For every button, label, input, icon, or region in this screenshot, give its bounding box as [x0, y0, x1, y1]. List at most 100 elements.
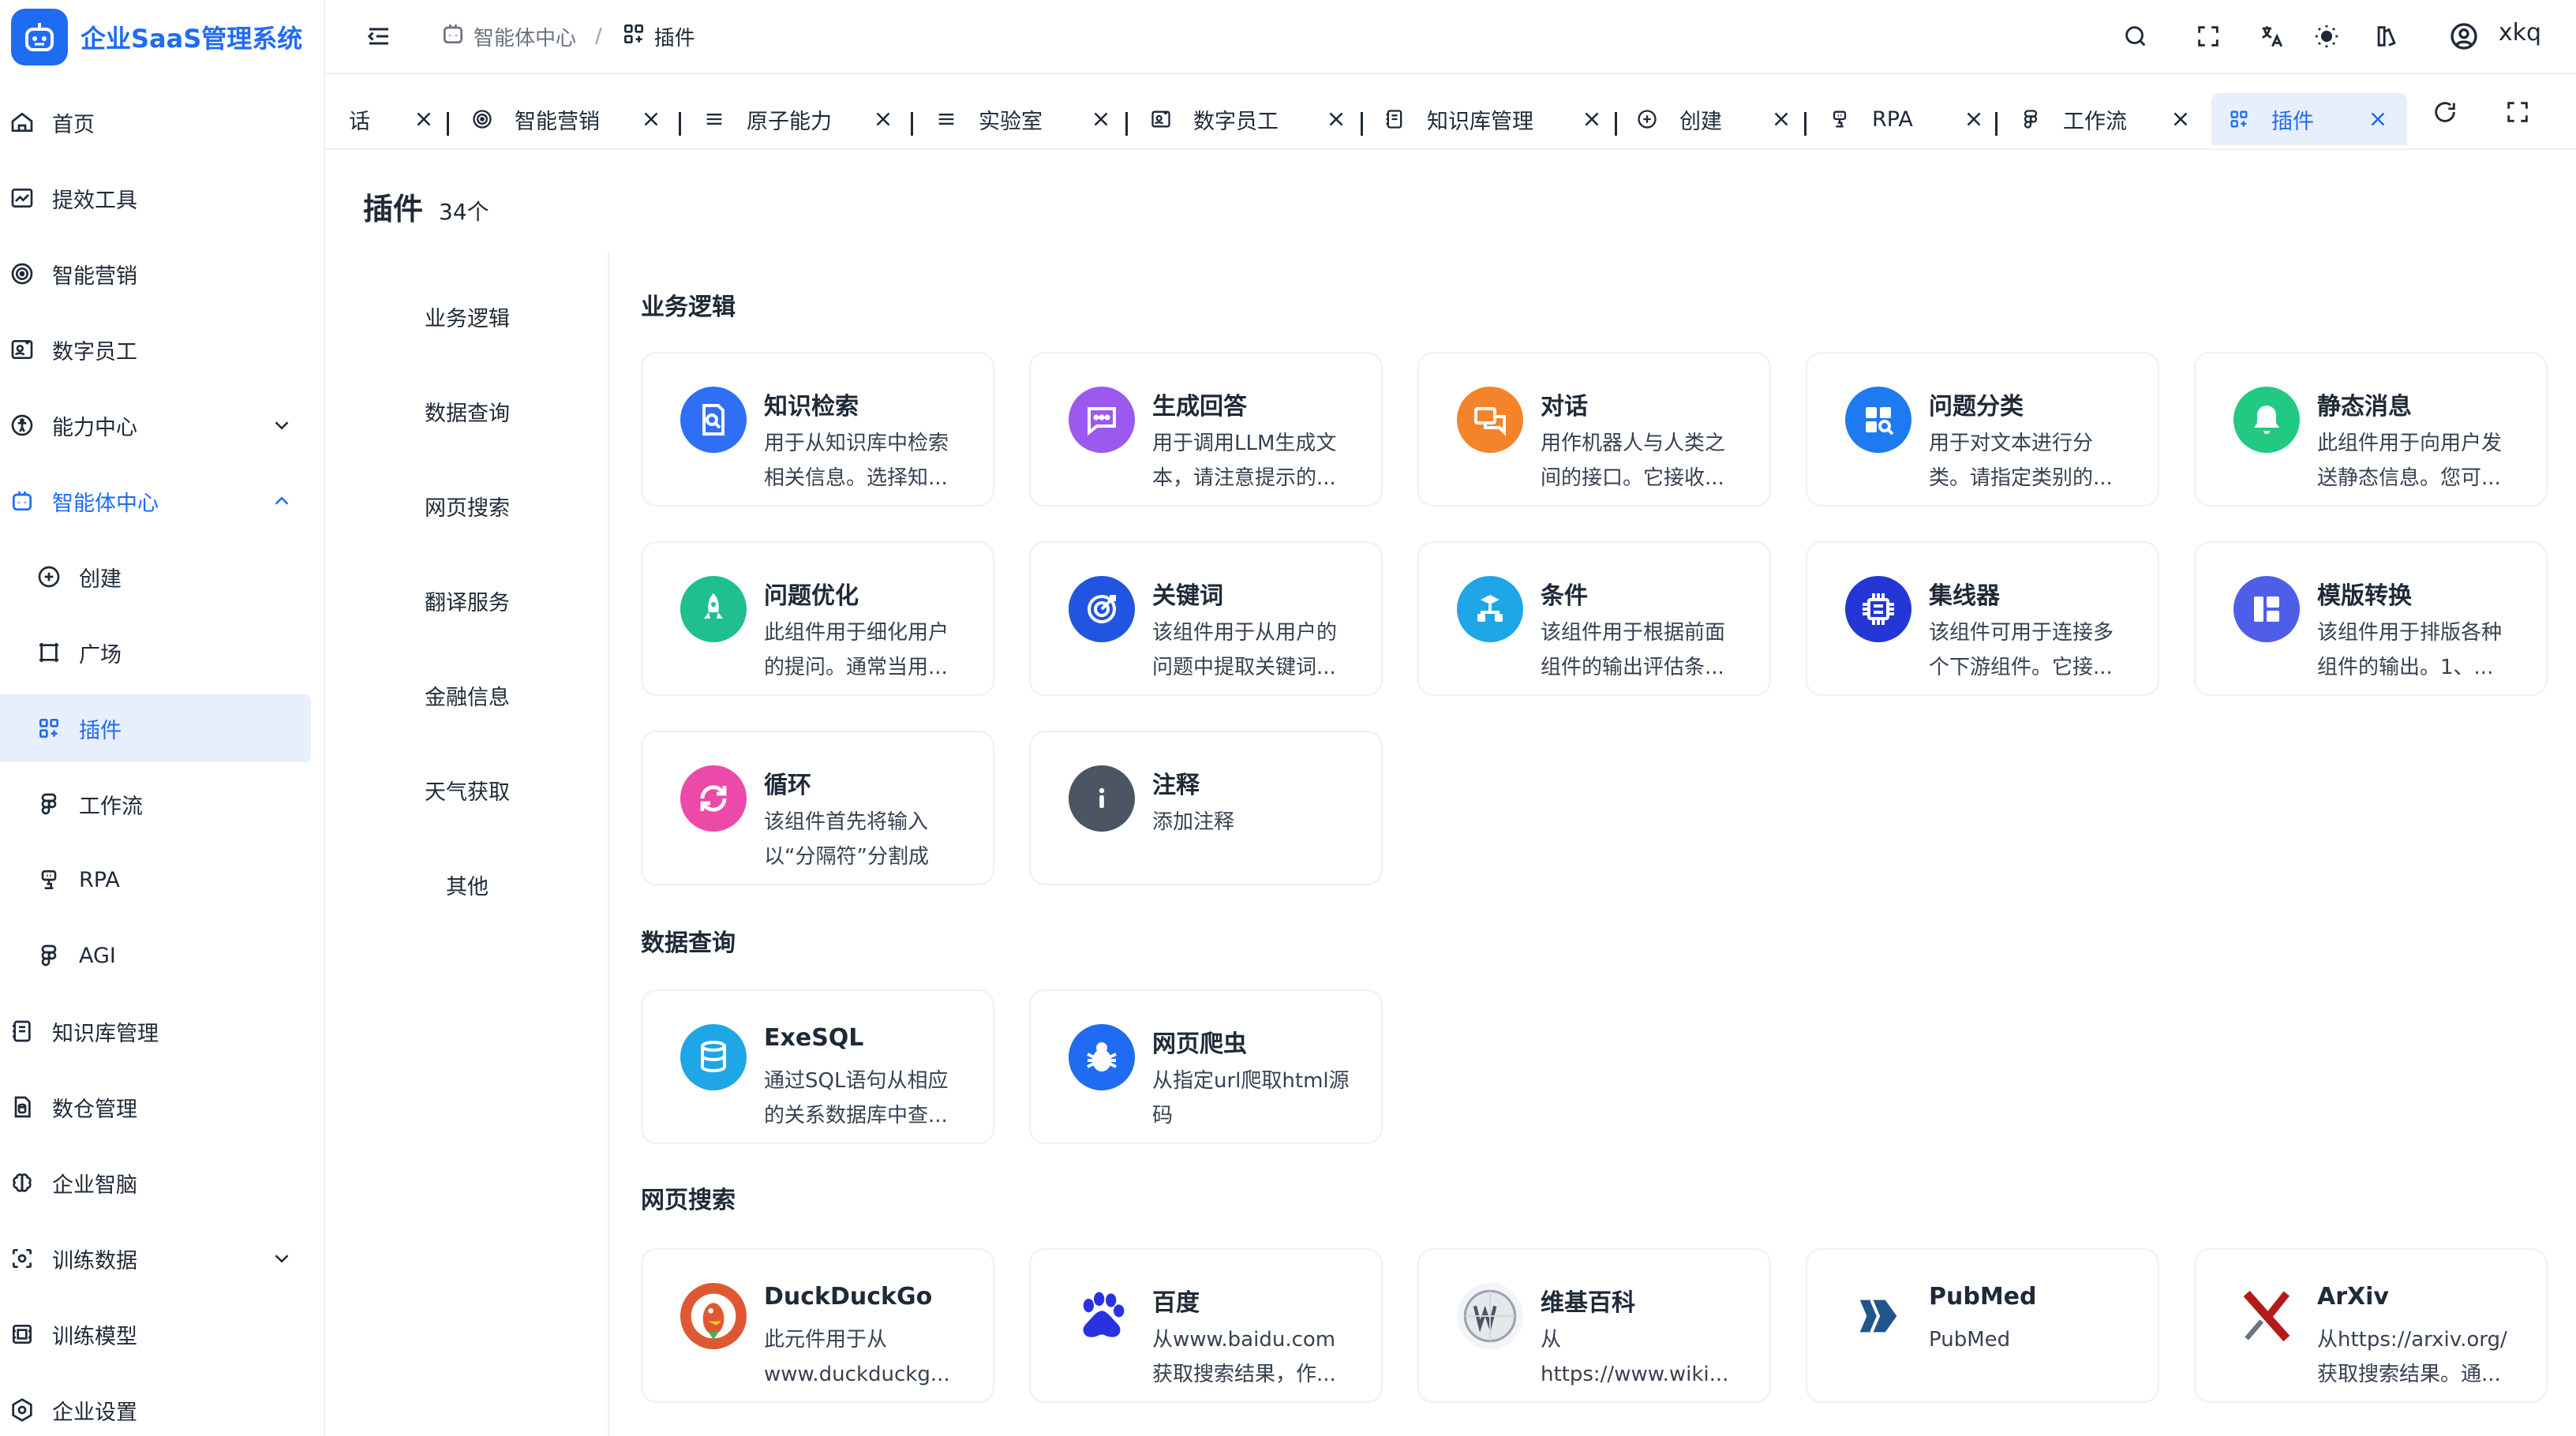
- sidebar-item-plugins[interactable]: 插件: [0, 694, 311, 762]
- plugin-card[interactable]: 维基百科 从https://www.wiki...: [1417, 1248, 1771, 1403]
- plugin-title: 注释: [1152, 772, 1200, 799]
- sidebar-item-rpa[interactable]: RPA: [0, 846, 311, 914]
- category-item[interactable]: 其他: [325, 869, 609, 900]
- plugin-card[interactable]: 条件 该组件用于根据前面组件的输出评估条...: [1417, 541, 1771, 696]
- plugin-card[interactable]: ExeSQL 通过SQL语句从相应的关系数据库中查...: [641, 989, 994, 1144]
- category-item[interactable]: 金融信息: [325, 680, 609, 711]
- close-icon[interactable]: [412, 107, 436, 131]
- sidebar-item-digital-staff[interactable]: 数字员工: [0, 316, 311, 383]
- plugin-card[interactable]: ArXiv 从https://arxiv.org/获取搜索结果。通...: [2194, 1248, 2548, 1403]
- theme-icon[interactable]: [2371, 21, 2402, 52]
- close-icon[interactable]: [1324, 107, 1348, 131]
- tab-knowledge-base[interactable]: 知识库管理: [1383, 93, 1604, 145]
- sidebar-item-plaza[interactable]: 广场: [0, 619, 311, 686]
- plugin-description: 从指定url爬取html源码: [1152, 1069, 1350, 1127]
- sidebar-item-create[interactable]: 创建: [0, 543, 311, 611]
- close-icon[interactable]: [639, 107, 663, 131]
- plugin-card[interactable]: 模版转换 该组件用于排版各种组件的输出。1、...: [2194, 541, 2548, 696]
- close-icon[interactable]: [871, 107, 895, 131]
- tab-conversation[interactable]: 话: [349, 93, 436, 145]
- fullscreen-icon[interactable]: [2192, 21, 2224, 52]
- sidebar-item-capability-center[interactable]: 能力中心: [0, 391, 311, 459]
- tab-smart-marketing[interactable]: 智能营销: [470, 93, 663, 145]
- section-title: 网页搜索: [641, 1187, 736, 1214]
- chevron-down-icon[interactable]: [270, 1247, 294, 1270]
- close-icon[interactable]: [1580, 107, 1604, 131]
- breadcrumb: 智能体中心 / 插件: [440, 21, 695, 52]
- plugin-description: 该组件用于排版各种组件的输出。1、...: [2317, 621, 2503, 679]
- plugin-card[interactable]: 集线器 该组件可用于连接多个下游组件。它接...: [1806, 541, 2159, 696]
- sidebar-item-enterprise-settings[interactable]: 企业设置: [0, 1376, 311, 1436]
- bell-icon: [2233, 387, 2300, 453]
- plugin-card[interactable]: 问题分类 用于对文本进行分类。请指定类别的...: [1806, 352, 2159, 507]
- plugin-description: 该组件可用于连接多个下游组件。它接...: [1929, 621, 2114, 679]
- sidebar-item-label: 智能营销: [52, 264, 137, 289]
- sidebar-item-home[interactable]: 首页: [0, 88, 311, 156]
- plugin-card[interactable]: 知识检索 用于从知识库中检索相关信息。选择知...: [641, 352, 994, 507]
- sidebar-item-data-warehouse[interactable]: 数仓管理: [0, 1073, 311, 1141]
- chip-icon: [1845, 576, 1911, 642]
- plugin-card[interactable]: 静态消息 此组件用于向用户发送静态信息。您可...: [2194, 352, 2548, 507]
- sidebar-item-agent-center[interactable]: 智能体中心: [0, 467, 311, 535]
- category-item[interactable]: 天气获取: [325, 775, 609, 806]
- tab-create[interactable]: 创建: [1635, 93, 1793, 145]
- plugin-card[interactable]: DuckDuckGo 此元件用于从www.duckduckg...: [641, 1248, 994, 1403]
- chevron-up-icon[interactable]: [270, 489, 294, 513]
- plugin-description: 该组件用于根据前面组件的输出评估条...: [1541, 621, 1726, 679]
- tab-plugins[interactable]: 插件: [2211, 93, 2407, 145]
- tab-workflow[interactable]: 工作流: [2019, 93, 2192, 145]
- sidebar-item-label: 训练数据: [52, 1248, 137, 1273]
- user-avatar-icon[interactable]: [2448, 21, 2480, 52]
- plugin-description: 用于从知识库中检索相关信息。选择知...: [764, 432, 949, 490]
- sidebar-item-smart-marketing[interactable]: 智能营销: [0, 240, 311, 308]
- translate-icon[interactable]: [2256, 21, 2287, 52]
- plugin-description: 此元件用于从www.duckduckg...: [764, 1328, 950, 1386]
- tab-digital-staff[interactable]: 数字员工: [1149, 93, 1348, 145]
- close-icon[interactable]: [1962, 107, 1986, 131]
- close-icon[interactable]: [2169, 107, 2192, 131]
- tab-divider: [1615, 112, 1617, 136]
- chevron-down-icon[interactable]: [270, 413, 294, 437]
- breadcrumb-item[interactable]: 智能体中心: [474, 22, 576, 51]
- refresh-icon[interactable]: [2429, 96, 2461, 128]
- sidebar-item-training-data[interactable]: 训练数据: [0, 1225, 311, 1292]
- search-icon[interactable]: [2120, 21, 2151, 52]
- close-icon[interactable]: [2366, 107, 2390, 131]
- rocket-icon: [680, 576, 747, 642]
- username[interactable]: xkq: [2499, 19, 2541, 47]
- tab-atomic-capability[interactable]: 原子能力: [702, 93, 895, 145]
- tab-divider: [1361, 112, 1363, 136]
- tab-rpa[interactable]: RPA: [1828, 93, 1986, 145]
- category-item[interactable]: 网页搜索: [325, 491, 609, 522]
- category-item[interactable]: 数据查询: [325, 396, 609, 427]
- app-logo[interactable]: 企业SaaS管理系统: [0, 0, 324, 74]
- tab-lab[interactable]: 实验室: [934, 93, 1113, 145]
- collapse-menu-icon[interactable]: [365, 22, 393, 50]
- plugin-card[interactable]: 关键词 该组件用于从用户的问题中提取关键词...: [1029, 541, 1383, 696]
- plugin-card[interactable]: 生成回答 用于调用LLM生成文本，请注意提示的...: [1029, 352, 1383, 507]
- sun-icon[interactable]: [2311, 21, 2342, 52]
- plugin-card[interactable]: 对话 用作机器人与人类之间的接口。它接收...: [1417, 352, 1771, 507]
- sidebar-item-label: 企业智脑: [52, 1172, 137, 1198]
- plugin-card[interactable]: 网页爬虫 从指定url爬取html源码: [1029, 989, 1383, 1144]
- close-icon[interactable]: [1089, 107, 1113, 131]
- sidebar-item-efficiency-tools[interactable]: 提效工具: [0, 164, 311, 232]
- plugin-card[interactable]: 百度 从www.baidu.com获取搜索结果，作...: [1029, 1248, 1383, 1403]
- close-icon[interactable]: [1769, 107, 1793, 131]
- plugin-card[interactable]: 注释 添加注释: [1029, 731, 1383, 885]
- category-item[interactable]: 翻译服务: [325, 585, 609, 616]
- plugin-description: 用于对文本进行分类。请指定类别的...: [1929, 432, 2113, 490]
- sidebar-item-enterprise-brain[interactable]: 企业智脑: [0, 1149, 311, 1217]
- maximize-icon[interactable]: [2502, 96, 2533, 128]
- sidebar-item-knowledge-base[interactable]: 知识库管理: [0, 997, 311, 1065]
- sidebar-item-agi[interactable]: AGI: [0, 922, 311, 989]
- tab-label: 话: [349, 109, 370, 134]
- category-item[interactable]: 业务逻辑: [325, 301, 609, 332]
- robot-icon: [440, 21, 466, 52]
- sidebar-item-workflow[interactable]: 工作流: [0, 770, 311, 838]
- plugin-card[interactable]: PubMed PubMed: [1806, 1248, 2159, 1403]
- plugin-title: ExeSQL: [764, 1024, 864, 1052]
- sidebar-item-training-model[interactable]: 训练模型: [0, 1300, 311, 1368]
- plugin-card[interactable]: 循环 该组件首先将输入以“分隔符”分割成数...: [641, 731, 994, 885]
- plugin-card[interactable]: 问题优化 此组件用于细化用户的提问。通常当用...: [641, 541, 994, 696]
